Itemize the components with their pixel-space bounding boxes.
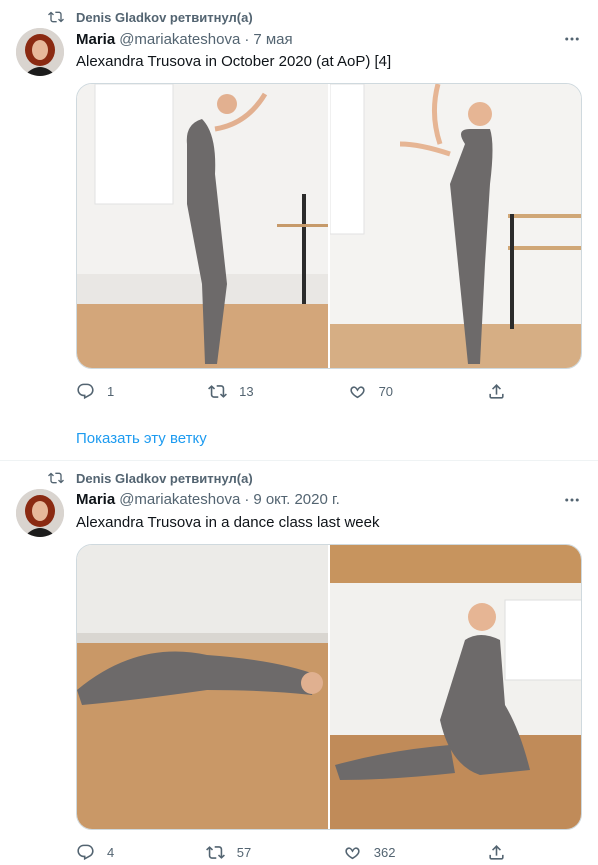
reply-count: 1 — [107, 384, 115, 399]
photo-2[interactable] — [329, 545, 581, 829]
user-handle[interactable]: @mariakateshova — [119, 491, 240, 508]
retweet-icon — [48, 472, 64, 484]
retweet-button[interactable]: 57 — [205, 843, 252, 862]
separator-dot: · — [244, 491, 250, 508]
avatar[interactable] — [16, 28, 64, 76]
like-button[interactable]: 362 — [343, 843, 396, 862]
retweet-button[interactable]: 13 — [208, 382, 254, 401]
like-count: 362 — [373, 845, 396, 860]
photo-1[interactable] — [77, 545, 328, 829]
photo-1[interactable] — [77, 84, 328, 368]
share-button[interactable] — [487, 382, 506, 401]
separator-dot: · — [244, 31, 250, 48]
share-icon — [489, 845, 504, 860]
tweet-header: Maria @mariakateshova · 7 мая — [76, 31, 582, 48]
tweet-2[interactable]: Denis Gladkov ретвитнул(а) Maria @mariak… — [0, 461, 598, 865]
tweet-header: Maria @mariakateshova · 9 окт. 2020 г. — [76, 491, 582, 508]
display-name[interactable]: Maria — [76, 491, 115, 508]
retweet-icon — [205, 846, 225, 859]
tweet-text: Alexandra Trusova in a dance class last … — [76, 514, 380, 531]
tweet-actions: 1 13 70 — [76, 382, 506, 401]
more-options-icon[interactable] — [562, 490, 582, 510]
reply-button[interactable]: 1 — [76, 382, 114, 401]
tweet-date[interactable]: 9 окт. 2020 г. — [253, 491, 339, 508]
reply-button[interactable]: 4 — [76, 843, 114, 862]
retweet-icon — [208, 385, 228, 398]
more-options-icon[interactable] — [562, 29, 582, 49]
retweet-icon — [48, 11, 64, 23]
retweet-indicator: Denis Gladkov ретвитнул(а) — [48, 9, 253, 25]
tweet-1[interactable]: Denis Gladkov ретвитнул(а) Maria @mariak… — [0, 0, 598, 460]
media-grid — [76, 544, 582, 830]
media-grid — [76, 83, 582, 369]
heart-icon — [345, 847, 360, 860]
retweet-count: 13 — [239, 384, 254, 399]
reply-count: 4 — [107, 845, 115, 860]
photo-2[interactable] — [329, 84, 581, 368]
user-handle[interactable]: @mariakateshova — [119, 31, 240, 48]
share-icon — [489, 384, 504, 399]
heart-icon — [349, 386, 365, 399]
tweet-date[interactable]: 7 мая — [253, 31, 292, 48]
tweet-text: Alexandra Trusova in October 2020 (at Ao… — [76, 53, 392, 70]
reply-icon — [77, 844, 94, 861]
avatar[interactable] — [16, 489, 64, 537]
like-count: 70 — [378, 384, 394, 399]
tweet-actions: 4 57 362 — [76, 843, 506, 862]
share-button[interactable] — [487, 843, 506, 862]
reply-icon — [77, 383, 94, 400]
show-thread-link[interactable]: Показать эту ветку — [76, 430, 207, 447]
retweeted-by-label[interactable]: Denis Gladkov ретвитнул(а) — [76, 10, 253, 25]
like-button[interactable]: 70 — [348, 382, 393, 401]
display-name[interactable]: Maria — [76, 31, 115, 48]
retweet-count: 57 — [236, 845, 252, 860]
retweeted-by-label[interactable]: Denis Gladkov ретвитнул(а) — [76, 471, 253, 486]
retweet-indicator: Denis Gladkov ретвитнул(а) — [48, 470, 253, 486]
